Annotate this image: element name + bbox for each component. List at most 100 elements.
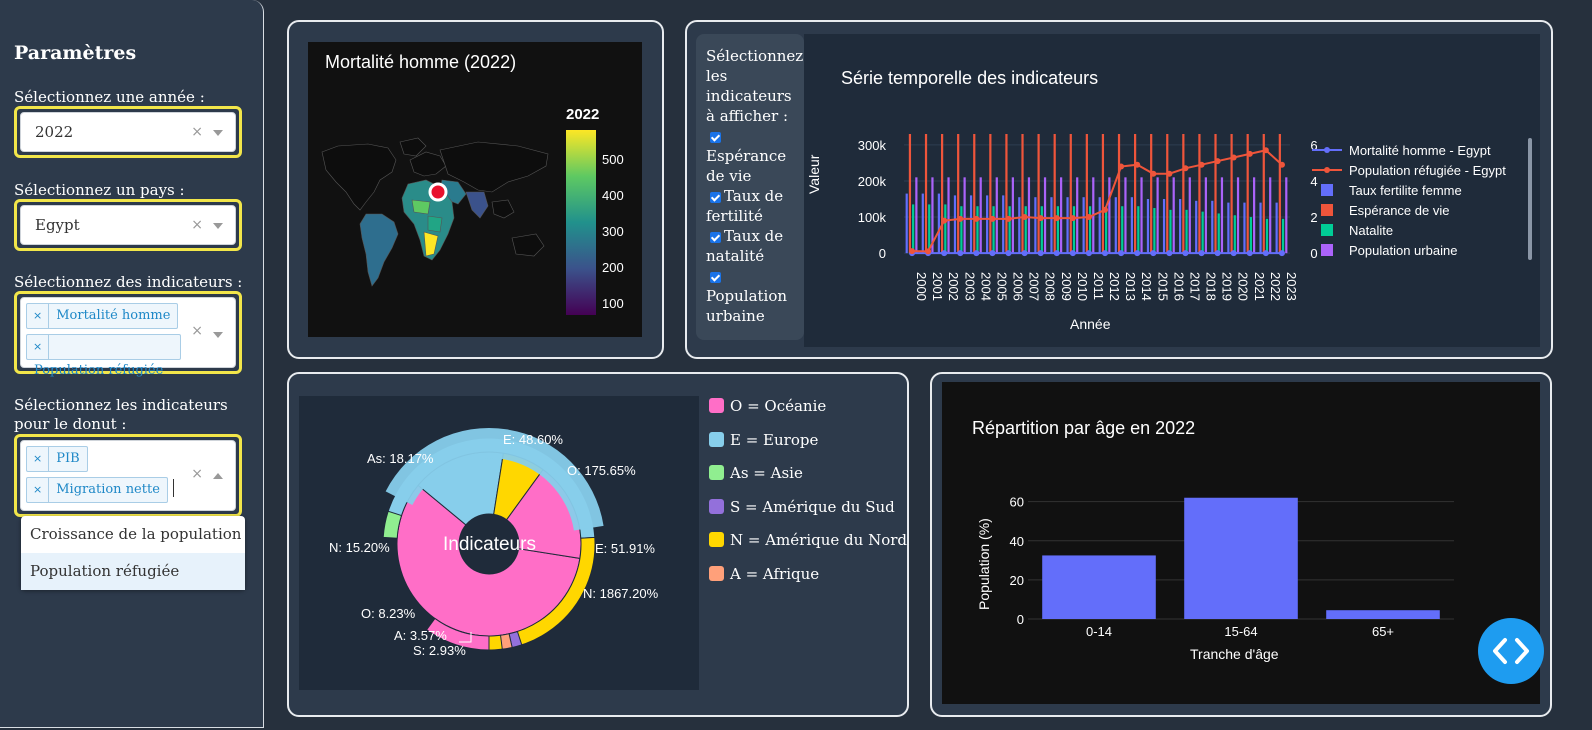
legend-swatch: [709, 398, 724, 413]
ts-bar: [989, 134, 992, 254]
menu-item-croissance[interactable]: Croissance de la population: [21, 516, 245, 553]
ts-xlabel: Année: [1070, 316, 1111, 332]
ts-bar: [1278, 134, 1281, 254]
donut-plot[interactable]: E: 48.60% As: 18.17% O: 175.65% N: 15.20% E:…: [299, 396, 699, 690]
ts-bar: [1137, 206, 1140, 254]
legend-bar-swatch: [1321, 244, 1333, 256]
checkbox-icon[interactable]: [710, 231, 721, 243]
ts-bar: [1124, 177, 1127, 254]
ts-point: [1085, 214, 1092, 221]
ts-bar: [960, 206, 963, 254]
ts-point: [1214, 158, 1221, 165]
checklist-item-2[interactable]: Taux de fertilité: [706, 186, 804, 226]
clear-icon[interactable]: ×: [191, 206, 203, 244]
ts-bar: [1195, 200, 1198, 254]
ts-y2tick: 0: [1310, 246, 1317, 261]
ts-ytick: 100k: [858, 210, 887, 225]
checklist-checkbox[interactable]: [706, 126, 804, 146]
egypt-marker: [428, 182, 448, 202]
ts-point: [1102, 250, 1109, 257]
checklist-checkbox[interactable]: [706, 266, 804, 286]
agebar-plot[interactable]: Répartition par âge en 2022 0 20 40 60 0-14 1…: [942, 382, 1540, 704]
ts-point: [1198, 161, 1205, 168]
ts-bar: [1269, 177, 1272, 254]
ts-bar: [1188, 177, 1191, 254]
checklist-item-1[interactable]: Espérance de vie: [706, 146, 804, 186]
chevron-down-icon[interactable]: [213, 130, 223, 136]
chevron-up-icon[interactable]: [213, 473, 223, 479]
donut-label: Sélectionnez les indicateurs pour le don…: [14, 396, 228, 433]
ts-point: [957, 215, 964, 222]
legend-label: Population urbaine: [1349, 243, 1457, 258]
ts-bar: [1101, 134, 1105, 254]
ts-point: [973, 250, 980, 257]
tag-remove-icon[interactable]: ×: [27, 304, 50, 328]
ts-point: [1262, 147, 1269, 154]
ts-point: [1230, 154, 1237, 161]
chevron-down-icon[interactable]: [213, 223, 223, 229]
year-dropdown[interactable]: 2022 ×: [14, 106, 242, 158]
ts-point: [973, 215, 980, 222]
ts-bar: [1166, 134, 1169, 254]
clear-icon[interactable]: ×: [191, 466, 203, 482]
ts-bar: [1085, 134, 1088, 254]
ts-xtick: 2002: [946, 272, 961, 301]
ts-bar: [963, 177, 966, 254]
age-ytick: 0: [1017, 612, 1024, 627]
indicators-multiselect[interactable]: × Mortalité homme ×Population réfugiée ×: [14, 291, 242, 378]
colorbar-tick: 100: [602, 296, 624, 311]
ts-bar: [1265, 218, 1269, 254]
region-south-asia: [465, 191, 489, 219]
donut-label: E: 51.91%: [595, 541, 655, 556]
ts-point: [989, 215, 996, 222]
checkbox-icon[interactable]: [710, 271, 721, 283]
tag-remove-icon[interactable]: ×: [27, 447, 50, 471]
country-dropdown[interactable]: Egypt ×: [14, 199, 242, 251]
tag-remove-icon[interactable]: ×: [27, 478, 50, 502]
ts-bar: [1198, 134, 1201, 254]
ts-point: [1166, 170, 1173, 177]
checkbox-icon[interactable]: [710, 191, 721, 203]
legend-text: S = Amérique du Sud: [730, 497, 895, 516]
ts-bar: [1153, 208, 1156, 254]
timeseries-plot[interactable]: Série temporelle des indicateurs 300k 200…: [804, 34, 1540, 347]
checklist-item-3[interactable]: Taux de natalité: [706, 226, 804, 266]
checkbox-icon[interactable]: [710, 131, 721, 143]
ts-bar: [1179, 199, 1182, 254]
donut-label: N: 1867.20%: [583, 586, 659, 601]
ts-bar: [1172, 177, 1175, 254]
ts-point: [1053, 215, 1060, 222]
ts-bar: [1043, 177, 1047, 254]
ts-bar: [940, 134, 944, 254]
age-ylabel: Population (%): [976, 518, 992, 610]
colorbar: [566, 130, 596, 315]
map-plot[interactable]: Mortalité homme (2022) 2022 500 400 300 …: [308, 42, 642, 337]
legend-scrollbar[interactable]: [1528, 138, 1532, 260]
checklist-item-4[interactable]: Population urbaine: [706, 286, 804, 326]
code-toggle-button[interactable]: [1478, 618, 1544, 684]
tag-remove-icon[interactable]: ×: [27, 335, 50, 359]
ts-point: [1069, 215, 1076, 222]
ts-xtick: 2000: [914, 272, 929, 301]
ts-xtick: 2020: [1236, 272, 1251, 301]
ts-xtick: 2005: [994, 272, 1009, 301]
tag-pib: × PIB: [26, 446, 88, 472]
clear-icon[interactable]: ×: [191, 113, 203, 151]
ts-bar: [1108, 177, 1111, 254]
clear-icon[interactable]: ×: [191, 323, 203, 339]
ts-bar: [1060, 177, 1063, 254]
chevron-down-icon[interactable]: [213, 332, 223, 338]
ts-bar: [1088, 206, 1092, 254]
menu-item-population-refugiee[interactable]: Population réfugiée: [21, 553, 245, 590]
ts-bar: [937, 193, 940, 254]
ts-point: [1278, 161, 1285, 168]
legend-swatch: [709, 465, 724, 480]
donut-multiselect[interactable]: × PIB × Migration nette ×: [14, 434, 242, 517]
ts-point: [1118, 250, 1125, 257]
ts-bar: [1204, 177, 1207, 254]
donut-options-menu: Croissance de la population Population r…: [21, 516, 245, 590]
ts-xtick: 2010: [1075, 272, 1090, 301]
legend-label: Natalite: [1349, 223, 1393, 238]
ts-bar: [1069, 134, 1072, 254]
legend-swatch: [709, 532, 724, 547]
